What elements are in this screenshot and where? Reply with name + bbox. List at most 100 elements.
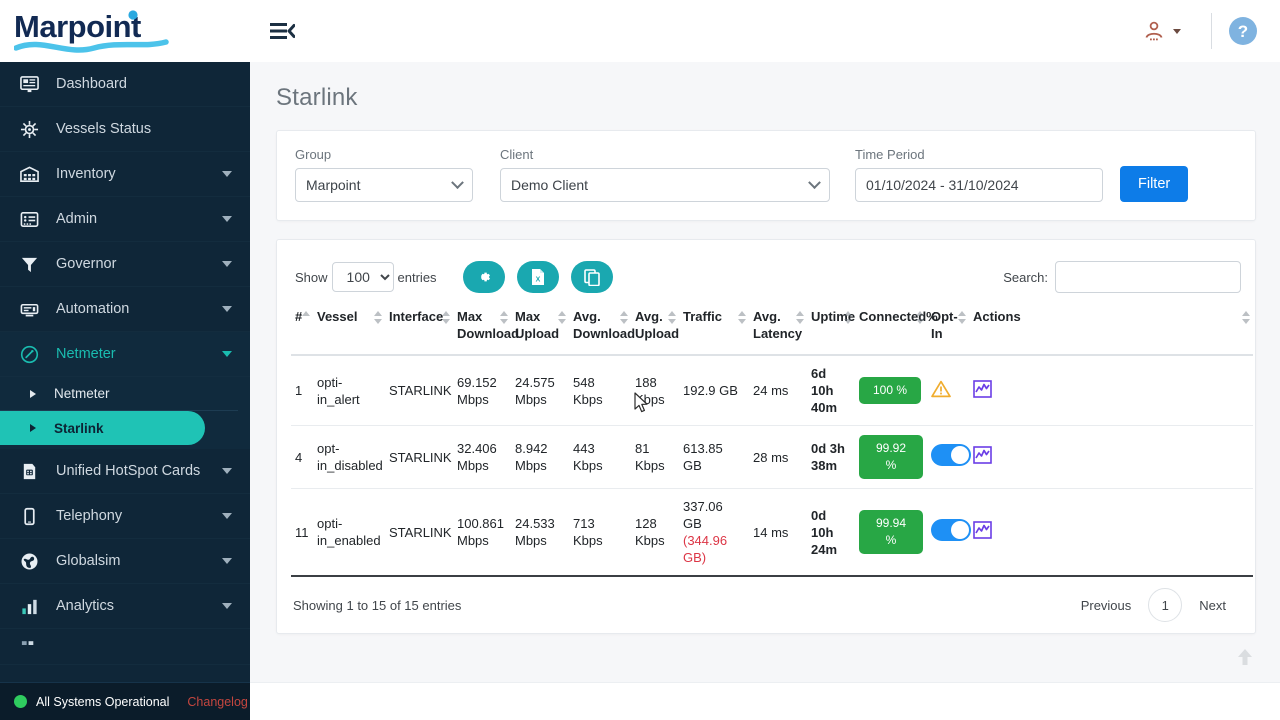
cell-optin[interactable]	[927, 425, 971, 489]
cell-index: 11	[291, 488, 313, 577]
pagination-next[interactable]: Next	[1186, 591, 1239, 620]
column-settings-button[interactable]	[462, 261, 505, 293]
cell-interface: STARLINK	[385, 488, 453, 577]
brand-logo[interactable]: Marpoint	[0, 0, 250, 62]
time-period-label: Time Period	[855, 147, 925, 162]
sidebar-item-label: Governor	[56, 256, 117, 272]
uptime-hours: 10h	[811, 524, 834, 540]
cell-uptime: 6d 10h 40m	[807, 355, 855, 426]
cell-avg-download: 548 Kbps	[569, 355, 631, 426]
sidebar-item-netmeter[interactable]: Netmeter	[0, 332, 250, 377]
table-head: # Vessel Interface Max Download Max Uplo…	[291, 300, 1253, 356]
cell-max-download: 69.152 Mbps	[453, 355, 511, 426]
copy-button[interactable]	[570, 261, 613, 293]
chart-icon[interactable]	[973, 446, 992, 468]
th-avg-latency[interactable]: Avg. Latency	[749, 300, 807, 356]
sort-icon	[302, 311, 310, 325]
filter-button[interactable]: Filter	[1120, 166, 1189, 202]
th-actions[interactable]: Actions	[969, 300, 1253, 356]
chevron-down-icon	[1173, 28, 1181, 34]
sidebar-subitem-label: Starlink	[54, 420, 104, 436]
cell-max-upload: 24.533 Mbps	[511, 488, 569, 577]
cell-optin[interactable]	[927, 488, 971, 577]
uptime-hours: 3h	[829, 441, 845, 456]
group-select[interactable]: Marpoint	[295, 168, 473, 202]
sidebar-item-vessels-status[interactable]: Vessels Status	[0, 107, 250, 152]
warning-triangle-icon[interactable]	[931, 380, 951, 402]
th-uptime[interactable]: Uptime	[807, 300, 855, 356]
sidebar-item-admin[interactable]: Admin	[0, 197, 250, 242]
table-toolbar: Show 100 entries X Search:	[291, 254, 1241, 300]
th-vessel[interactable]: Vessel	[313, 300, 385, 356]
page-length-select[interactable]: 100	[331, 262, 394, 292]
traffic-alt-value: (344.96 GB)	[683, 533, 728, 565]
status-badge: 100 %	[859, 377, 921, 404]
sidebar-item-truncated[interactable]	[0, 629, 250, 665]
th-traffic[interactable]: Traffic	[679, 300, 749, 356]
sidebar-item-analytics[interactable]: Analytics	[0, 584, 250, 629]
time-period-filter: Time Period	[855, 147, 1103, 202]
sidebar-item-label: Netmeter	[56, 346, 116, 362]
help-circle-icon[interactable]: ?	[1228, 16, 1258, 46]
client-label: Client	[500, 147, 534, 162]
top-bar: Marpoint ?	[0, 0, 1280, 62]
cell-uptime: 0d 3h 38m	[807, 425, 855, 489]
status-badge: 99.94 %	[859, 510, 923, 554]
pagination-previous[interactable]: Previous	[1068, 591, 1145, 620]
th-max-download[interactable]: Max Download	[453, 300, 519, 356]
export-excel-button[interactable]: X	[516, 261, 559, 293]
sidebar-item-inventory[interactable]: Inventory	[0, 152, 250, 197]
time-period-input[interactable]	[855, 168, 1103, 202]
chart-icon[interactable]	[973, 521, 992, 543]
uptime-days: 0d	[811, 441, 827, 456]
uptime-days: 0d	[811, 507, 827, 523]
globe-icon	[20, 552, 46, 571]
sidebar-item-automation[interactable]: Automation	[0, 287, 250, 332]
chart-icon[interactable]	[973, 379, 992, 402]
optin-toggle[interactable]	[931, 519, 971, 541]
cell-actions[interactable]	[969, 488, 1253, 577]
sidebar-item-globalsim[interactable]: Globalsim	[0, 539, 250, 584]
sort-icon	[916, 311, 924, 325]
cell-actions[interactable]	[969, 355, 1253, 426]
th-optin[interactable]: Opt-In	[927, 300, 969, 356]
th-connected[interactable]: Connected%	[855, 300, 938, 356]
th-avg-download[interactable]: Avg. Download	[569, 300, 635, 356]
cell-avg-latency: 24 ms	[749, 355, 807, 426]
table-row[interactable]: 11 opti-in_enabled STARLINK 100.861 Mbps…	[291, 488, 1253, 577]
user-menu-button[interactable]	[1128, 19, 1195, 43]
cell-optin[interactable]	[927, 355, 969, 426]
client-select[interactable]: Demo Client	[500, 168, 830, 202]
pagination-page-1[interactable]: 1	[1148, 588, 1183, 622]
th-interface[interactable]: Interface	[385, 300, 453, 356]
excel-file-icon: X	[531, 269, 544, 285]
th-max-upload[interactable]: Max Upload	[511, 300, 569, 356]
group-filter: Group Marpoint	[295, 147, 473, 202]
chevron-down-icon	[222, 468, 232, 474]
sidebar-item-label: Admin	[56, 211, 98, 227]
sidebar-item-unified-hotspot-cards[interactable]: Unified HotSpot Cards	[0, 449, 250, 494]
show-label: Show	[295, 269, 328, 285]
sidebar-item-governor[interactable]: Governor	[0, 242, 250, 287]
sidebar-item-dashboard[interactable]: Dashboard	[0, 62, 250, 107]
scroll-to-top-button[interactable]	[1236, 647, 1254, 672]
funnel-icon	[20, 255, 46, 274]
th-avg-upload[interactable]: Avg. Upload	[631, 300, 679, 356]
th-index[interactable]: #	[291, 300, 313, 356]
sidebar-item-telephony[interactable]: Telephony	[0, 494, 250, 539]
optin-toggle[interactable]	[931, 444, 971, 466]
svg-text:X: X	[535, 277, 540, 284]
table-row[interactable]: 1 opti-in_alert STARLINK 69.152 Mbps 24.…	[291, 355, 1253, 426]
sidebar-item-label: Vessels Status	[56, 121, 152, 137]
cell-actions[interactable]	[969, 425, 1253, 489]
changelog-link[interactable]: Changelog	[187, 695, 247, 709]
mobile-icon	[20, 507, 46, 526]
search-input[interactable]	[1055, 261, 1241, 293]
sidebar-subitem-netmeter[interactable]: Netmeter	[0, 377, 238, 411]
filter-card: Group Marpoint Client Demo Client Time P…	[276, 130, 1256, 221]
table-row[interactable]: 4 opt-in_disabled STARLINK 32.406 Mbps 8…	[291, 425, 1253, 489]
menu-fold-icon[interactable]	[262, 11, 302, 51]
dashboard-icon	[20, 75, 46, 94]
sidebar-subitem-label: Netmeter	[54, 386, 110, 401]
sidebar-subitem-starlink[interactable]: Starlink	[0, 411, 205, 445]
